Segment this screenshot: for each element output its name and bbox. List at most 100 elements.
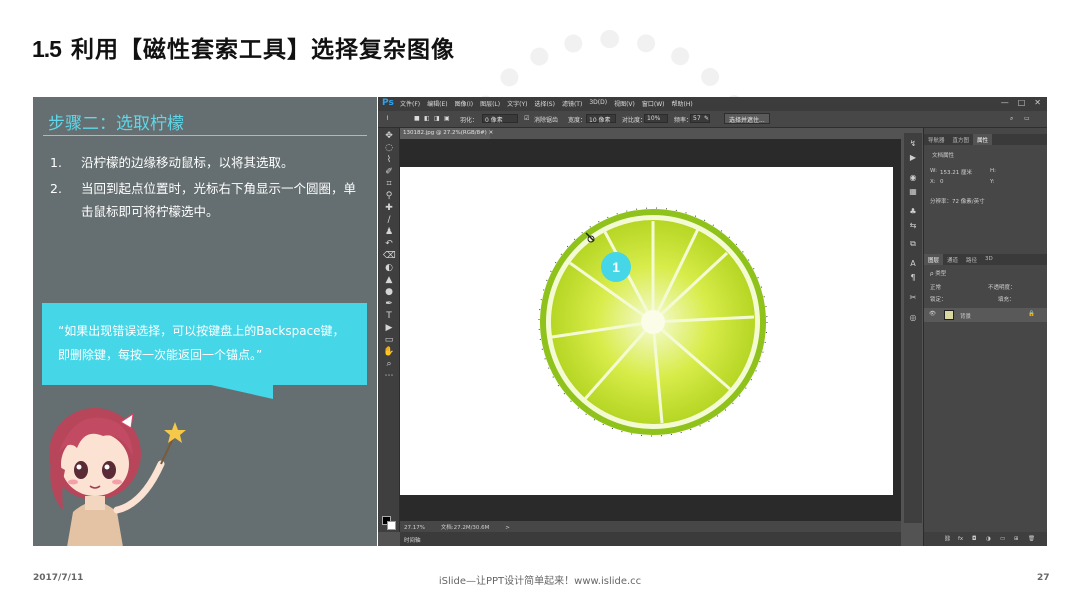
lime-photo[interactable]: 1	[400, 167, 893, 495]
layer-kind-filter[interactable]: ρ 类型	[930, 269, 946, 277]
lasso-tool-icon[interactable]: ⌇	[383, 154, 395, 166]
paragraph-icon[interactable]: ¶	[908, 273, 918, 283]
document-canvas[interactable]: 1	[400, 167, 893, 495]
width-value: 10 像素	[589, 117, 611, 124]
quick-select-tool-icon[interactable]: ✐	[383, 166, 395, 178]
actions-icon[interactable]: ▶	[908, 153, 918, 163]
menu-help[interactable]: 帮助(H)	[672, 99, 693, 108]
tab-paths[interactable]: 路径	[962, 254, 981, 265]
search-icon[interactable]: ⌕	[1010, 115, 1013, 123]
select-and-mask-button[interactable]: 选择并遮住...	[724, 113, 770, 124]
eyedropper-tool-icon[interactable]: ⚲	[383, 190, 395, 202]
shape-tool-icon[interactable]: ▭	[383, 334, 395, 346]
feather-value: 0 像素	[485, 117, 503, 124]
type-tool-icon[interactable]: T	[383, 310, 395, 322]
tip-text: “如果出现错误选择，可以按键盘上的Backspace键，即删除键，每按一次能返回…	[58, 324, 345, 362]
menu-select[interactable]: 选择(S)	[534, 99, 555, 108]
path-select-tool-icon[interactable]: ▶	[383, 322, 395, 334]
brush-presets-icon[interactable]: ♣	[908, 207, 918, 217]
menu-type[interactable]: 文字(Y)	[507, 99, 527, 108]
menu-view[interactable]: 视图(V)	[614, 99, 635, 108]
gradient-tool-icon[interactable]: ◐	[383, 262, 395, 274]
tab-navigator[interactable]: 导航器	[924, 134, 949, 145]
layer-row-background[interactable]: 👁 背景 🔒	[924, 308, 1047, 322]
color-icon[interactable]: ◉	[908, 173, 918, 183]
link-layers-icon[interactable]: ⛓	[944, 536, 951, 542]
step-text: 沿柠檬的边缘移动鼠标，以将其选取。	[81, 155, 294, 170]
properties-panel-tabs: 导航器 直方图 属性	[924, 134, 1047, 145]
feather-field[interactable]: 0 像素	[482, 114, 518, 124]
menu-3d[interactable]: 3D(D)	[589, 99, 607, 108]
width-prop-value[interactable]: 153.21 厘米	[940, 168, 972, 176]
stamp-tool-icon[interactable]: ♟	[383, 226, 395, 238]
x-prop-value[interactable]: 0	[940, 179, 944, 185]
tab-channels[interactable]: 通道	[943, 254, 962, 265]
timeline-tab[interactable]: 时间轴	[404, 538, 421, 544]
crop-tool-icon[interactable]: ⌗	[383, 178, 395, 190]
delete-layer-icon[interactable]: 🗑	[1028, 536, 1035, 542]
tab-histogram[interactable]: 直方图	[949, 134, 974, 145]
workspace-icon[interactable]: ▭	[1024, 115, 1030, 122]
history-brush-icon[interactable]: ↶	[383, 238, 395, 250]
canvas-area[interactable]: 1	[400, 139, 901, 521]
tab-properties[interactable]: 属性	[973, 134, 993, 145]
maximize-button[interactable]: □	[1018, 98, 1026, 107]
new-group-icon[interactable]: ▭	[1000, 536, 1005, 542]
tip-callout-tail	[211, 385, 273, 399]
swatches-icon[interactable]: ▦	[908, 187, 918, 197]
move-tool-icon[interactable]: ✥	[383, 130, 395, 142]
3d-icon[interactable]: ◎	[908, 313, 918, 323]
close-button[interactable]: ✕	[1034, 98, 1041, 107]
more-tools-icon[interactable]: ⋯	[383, 370, 395, 382]
blend-mode-select[interactable]: 正常	[930, 283, 941, 291]
healing-tool-icon[interactable]: ✚	[383, 202, 395, 214]
tab-layers[interactable]: 图层	[924, 254, 944, 265]
menu-file[interactable]: 文件(F)	[400, 99, 420, 108]
menu-image[interactable]: 图像(I)	[455, 99, 473, 108]
photoshop-logo: Ps	[382, 98, 394, 108]
slide-title-text: 利用【磁性套索工具】选择复杂图像	[70, 37, 455, 63]
new-layer-icon[interactable]: ⊞	[1014, 536, 1019, 542]
width-label: 宽度：	[568, 117, 587, 124]
magnetic-lasso-icon[interactable]: ⌇	[386, 115, 389, 122]
history-icon[interactable]: ↯	[908, 139, 918, 149]
layers-panel-footer: ⛓ fx ◘ ◑ ▭ ⊞ 🗑	[924, 532, 1047, 546]
document-tab[interactable]: 130182.jpg @ 27.2%(RGB/8#) ✕	[400, 128, 493, 139]
mascot-illustration	[49, 408, 186, 546]
contrast-field[interactable]: 10%	[644, 114, 668, 123]
tab-3d[interactable]: 3D	[981, 254, 997, 265]
menu-window[interactable]: 窗口(W)	[642, 99, 665, 108]
zoom-level[interactable]: 27.17%	[404, 525, 425, 531]
brush-tool-icon[interactable]: ∕	[383, 214, 395, 226]
width-field[interactable]: 10 像素	[586, 114, 616, 124]
status-arrow[interactable]: >	[505, 525, 510, 531]
dodge-tool-icon[interactable]: ●	[383, 286, 395, 298]
pen-pressure-icon[interactable]: ✎	[704, 115, 709, 122]
blur-tool-icon[interactable]: ▲	[383, 274, 395, 286]
background-color-swatch[interactable]	[387, 521, 396, 530]
menu-filter[interactable]: 滤镜(T)	[562, 99, 582, 108]
new-selection-icon[interactable]: ■	[414, 115, 420, 122]
subtract-selection-icon[interactable]: ◨	[434, 115, 440, 122]
eye-icon[interactable]: 👁	[929, 311, 936, 317]
antialias-checkbox[interactable]: ☑	[524, 115, 529, 122]
intersect-selection-icon[interactable]: ▣	[444, 115, 450, 122]
eraser-tool-icon[interactable]: ⌫	[383, 250, 396, 262]
layer-style-icon[interactable]: fx	[958, 536, 963, 542]
minimize-button[interactable]: —	[1001, 98, 1009, 107]
marquee-tool-icon[interactable]: ◌	[383, 142, 395, 154]
adjustment-layer-icon[interactable]: ◑	[986, 536, 991, 542]
add-selection-icon[interactable]: ◧	[424, 115, 430, 122]
menu-edit[interactable]: 编辑(E)	[427, 99, 447, 108]
hand-tool-icon[interactable]: ✋	[383, 346, 395, 358]
menu-list: 文件(F) 编辑(E) 图像(I) 图层(L) 文字(Y) 选择(S) 滤镜(T…	[400, 99, 693, 108]
pen-tool-icon[interactable]: ✒	[383, 298, 395, 310]
tool-presets-icon[interactable]: ✂	[908, 293, 918, 303]
clone-source-icon[interactable]: ⧉	[908, 239, 918, 249]
character-icon[interactable]: A	[908, 259, 918, 269]
adjustments-icon[interactable]: ⇆	[908, 221, 918, 231]
x-prop-label: X:	[930, 179, 936, 185]
add-mask-icon[interactable]: ◘	[972, 536, 976, 542]
menu-layer[interactable]: 图层(L)	[480, 99, 500, 108]
zoom-tool-icon[interactable]: ⌕	[383, 358, 395, 370]
